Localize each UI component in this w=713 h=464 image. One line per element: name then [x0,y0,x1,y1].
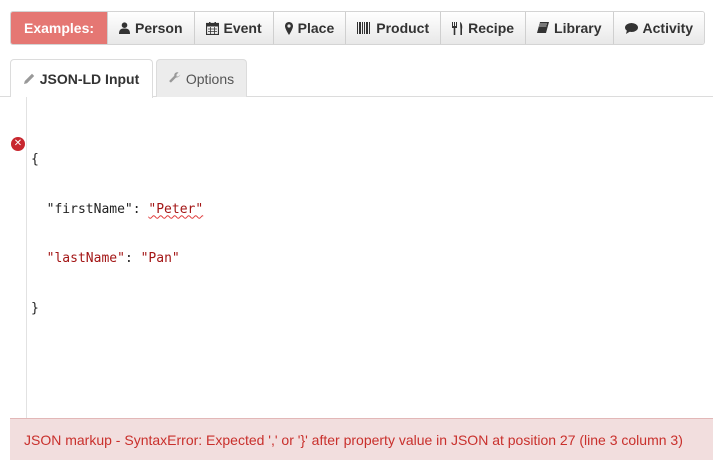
example-event-label: Event [223,20,262,36]
error-circle-icon: ✕ [11,137,25,151]
calendar-icon [205,21,219,35]
cutlery-icon [452,21,463,35]
book-icon [537,22,550,34]
error-message: JSON markup - SyntaxError: Expected ',' … [10,418,713,460]
example-library-button[interactable]: Library [525,12,613,44]
code-key: "lastName" [46,251,125,266]
example-person-label: Person [135,20,183,36]
editor-gutter: ✕ [0,97,27,418]
example-person-button[interactable]: Person [107,12,194,44]
code-value: "Peter" [148,201,204,217]
pencil-icon [23,71,35,87]
json-editor[interactable]: ✕ { "firstName": "Peter" "lastName": "Pa… [0,97,713,418]
code-line: { [31,152,203,169]
close-brace: } [31,300,39,316]
code-line: "firstName": "Peter" [31,201,204,219]
examples-toolbar: Examples: Person Event Place Product Rec… [10,11,706,45]
example-activity-label: Activity [642,20,694,36]
user-icon [119,22,131,34]
tab-options[interactable]: Options [156,59,247,97]
example-place-button[interactable]: Place [272,12,346,44]
examples-label: Examples: [11,12,108,44]
code-line: } [31,301,203,318]
code-separator: : [132,201,149,217]
example-product-button[interactable]: Product [345,12,441,44]
example-product-label: Product [376,20,430,36]
code-separator: : [124,251,141,266]
example-recipe-label: Recipe [468,20,515,36]
code-key: "firstName" [46,201,133,217]
tab-bar: JSON-LD Input Options [0,59,713,98]
tab-jsonld-input-label: JSON-LD Input [39,71,140,87]
example-activity-button[interactable]: Activity [612,12,705,44]
tab-jsonld-input[interactable]: JSON-LD Input [10,59,153,98]
example-recipe-button[interactable]: Recipe [440,12,526,44]
open-brace: { [31,152,39,167]
example-event-button[interactable]: Event [193,12,273,44]
barcode-icon [357,22,371,34]
code-line: "lastName": "Pan" [31,251,203,268]
example-library-label: Library [554,20,602,36]
code-area[interactable]: { "firstName": "Peter" "lastName": "Pan"… [31,119,203,350]
code-value: "Pan" [140,251,180,266]
map-marker-icon [284,21,293,35]
wrench-icon [169,71,181,87]
example-place-label: Place [297,20,335,36]
comment-icon [624,22,638,34]
tab-options-label: Options [185,70,235,87]
